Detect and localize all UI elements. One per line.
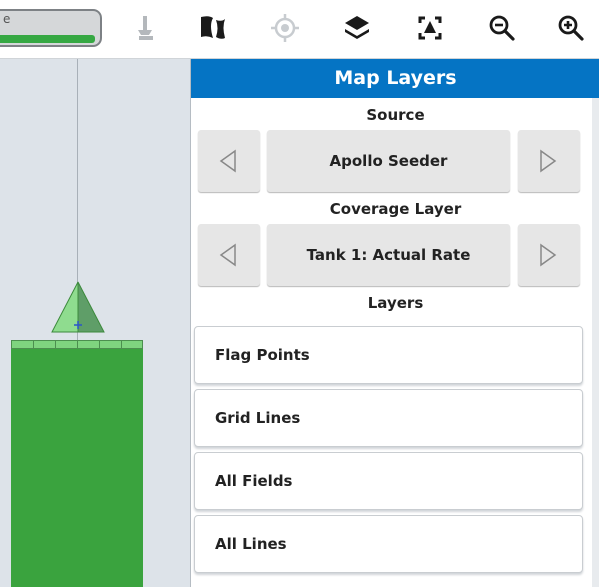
status-progress-bar [0,35,95,43]
coverage-area [11,349,143,587]
layer-item-grid-lines[interactable]: Grid Lines [194,389,583,447]
triangle-right-icon [540,243,557,267]
layer-list: Flag Points Grid Lines All Fields All Li… [194,326,583,578]
triangle-right-icon [540,149,557,173]
source-selector: Apollo Seeder [191,130,599,202]
target-icon[interactable] [267,10,303,46]
map-layers-panel: Map Layers Source Apollo Seeder Coverage… [190,59,599,587]
panel-title: Map Layers [191,59,599,98]
top-toolbar: e [0,0,599,59]
field-map-icon[interactable] [196,10,232,46]
coverage-next-button[interactable] [518,224,580,286]
coverage-layer-value[interactable]: Tank 1: Actual Rate [267,224,510,286]
source-value[interactable]: Apollo Seeder [267,130,510,192]
status-indicator[interactable]: e [0,9,102,47]
touch-pointer-icon[interactable] [128,10,164,46]
vehicle-icon [51,280,105,336]
source-label: Source [366,106,425,124]
layer-item-flag-points[interactable]: Flag Points [194,326,583,384]
layer-item-all-fields[interactable]: All Fields [194,452,583,510]
source-prev-button[interactable] [198,130,260,192]
layer-item-all-lines[interactable]: All Lines [194,515,583,573]
source-next-button[interactable] [518,130,580,192]
zoom-out-icon[interactable] [484,10,520,46]
triangle-left-icon [219,149,236,173]
layers-icon[interactable] [339,10,375,46]
coverage-prev-button[interactable] [198,224,260,286]
zoom-in-icon[interactable] [553,10,589,46]
status-text: e [3,12,11,26]
map-view[interactable] [0,59,190,587]
fit-view-icon[interactable] [412,10,448,46]
coverage-layer-selector: Tank 1: Actual Rate [191,224,599,296]
scrollbar[interactable] [592,98,599,587]
triangle-left-icon [219,243,236,267]
implement-boom [11,340,143,349]
